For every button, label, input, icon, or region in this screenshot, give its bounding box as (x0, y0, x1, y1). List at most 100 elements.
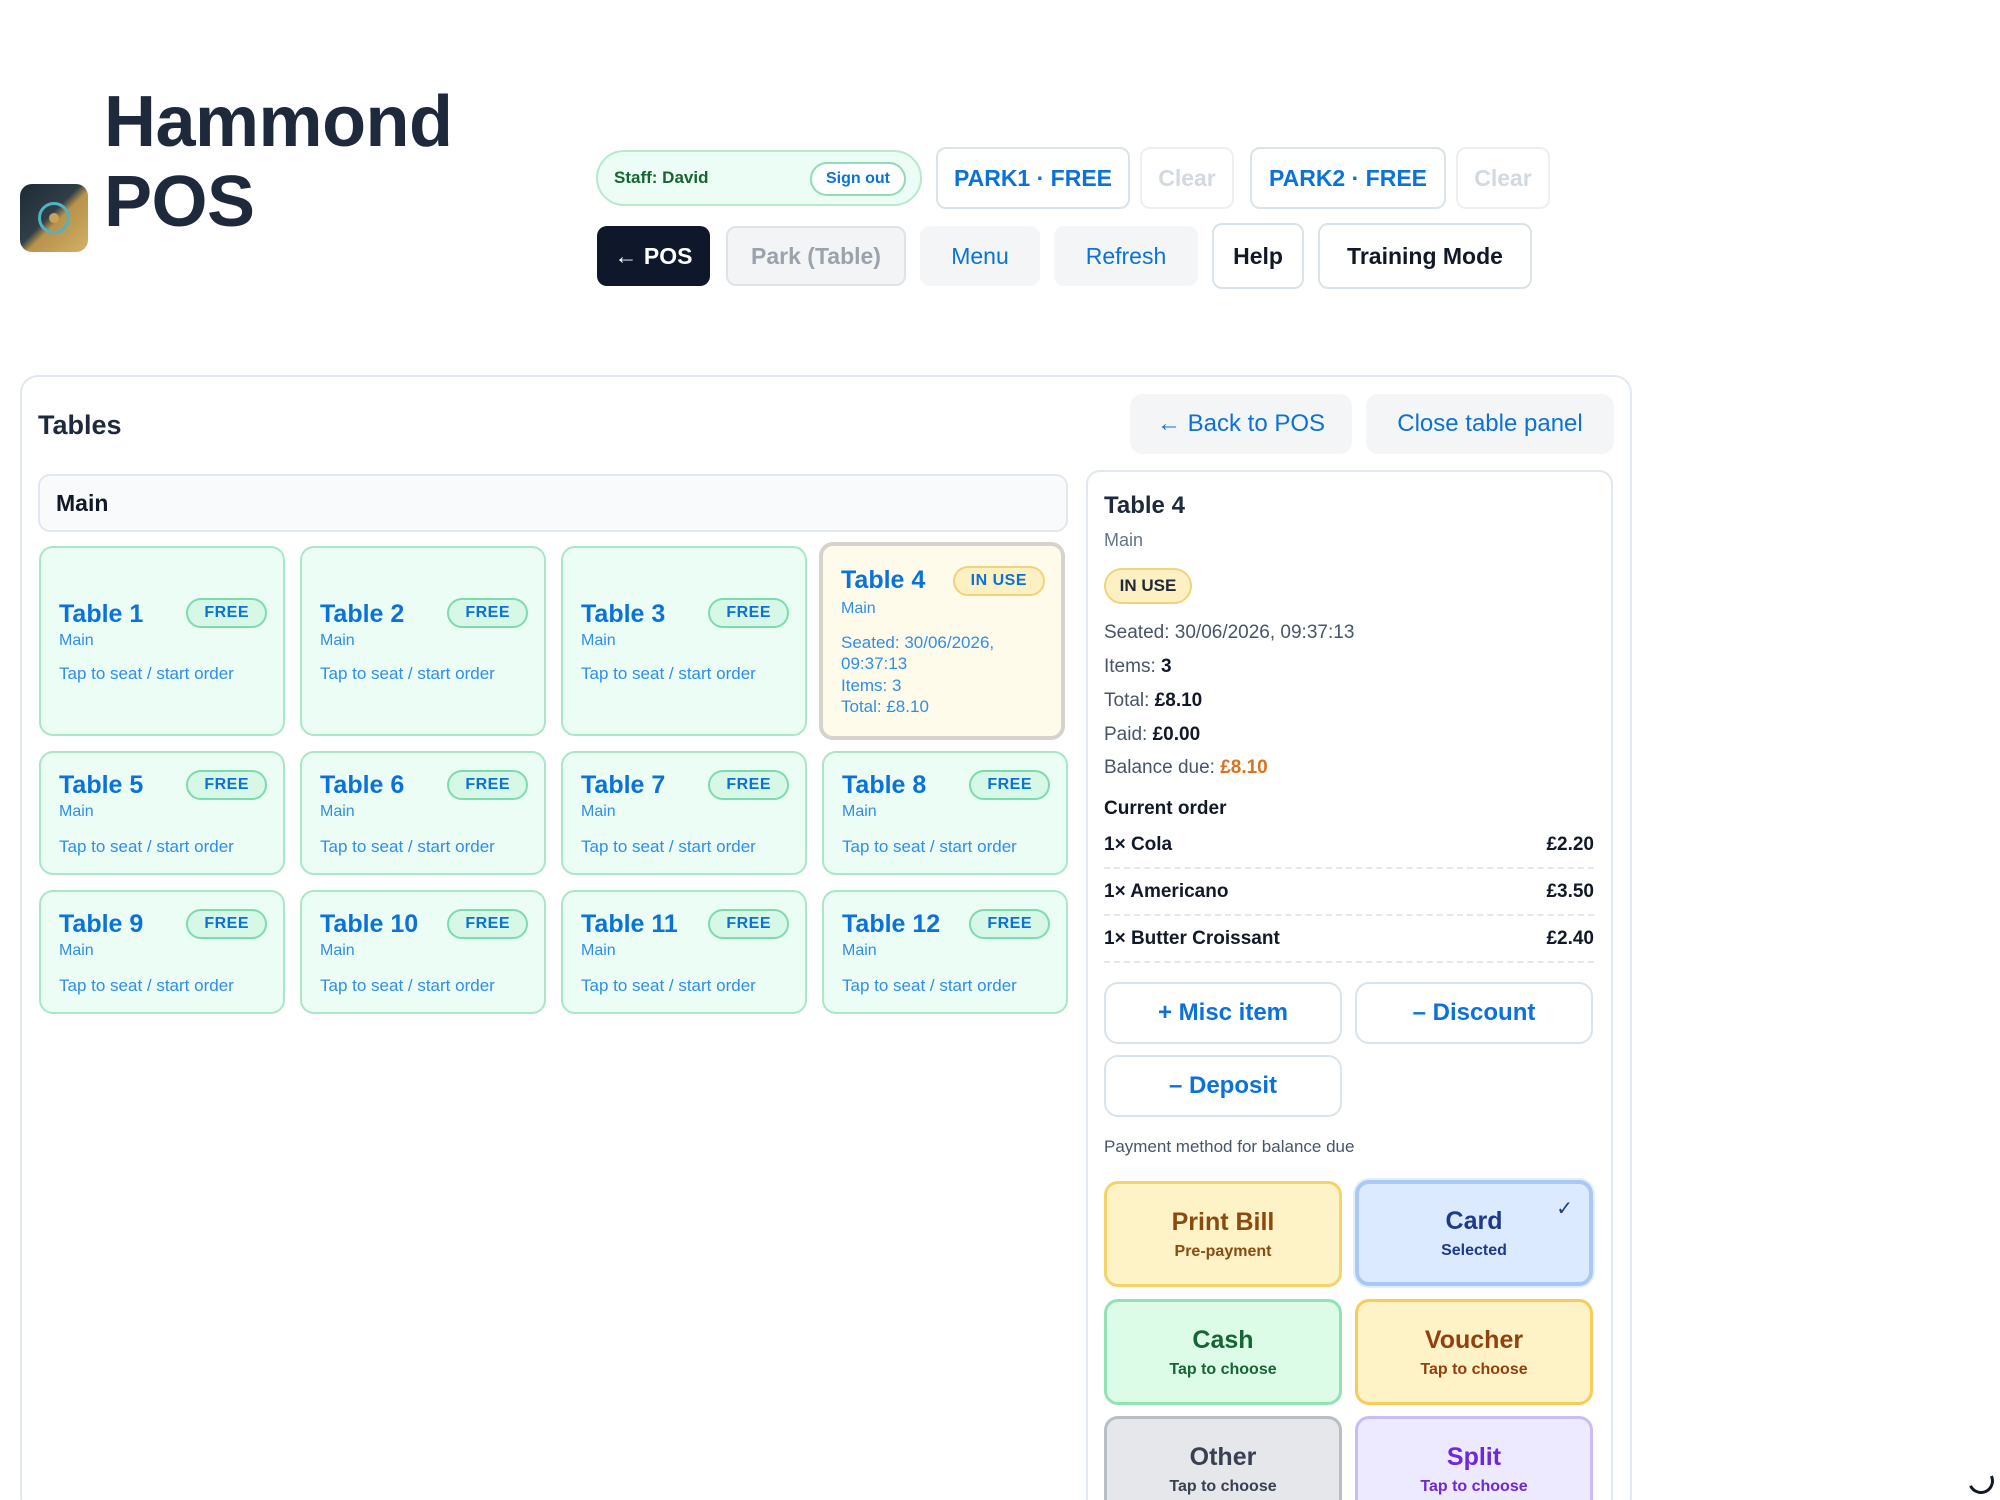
staff-indicator: Staff: David Sign out (596, 150, 922, 206)
table-hint: Tap to seat / start order (59, 664, 234, 683)
payment-sub: Tap to choose (1420, 1360, 1528, 1378)
payment-other[interactable]: Other Tap to choose (1104, 1416, 1342, 1500)
table-name: Table 4 (841, 566, 926, 594)
table-area: Main (59, 632, 94, 649)
table-tile-6[interactable]: Table 6 FREE Main Tap to seat / start or… (300, 751, 546, 875)
payment-split[interactable]: Split Tap to choose (1355, 1416, 1593, 1500)
check-icon: ✓ (1556, 1198, 1573, 1220)
balance-value: £8.10 (1220, 757, 1268, 778)
table-tile-10[interactable]: Table 10 FREE Main Tap to seat / start o… (300, 890, 546, 1014)
payment-name: Print Bill (1171, 1207, 1275, 1236)
table-area: Main (320, 803, 355, 820)
table-hint: Tap to seat / start order (842, 976, 1017, 995)
payment-voucher[interactable]: Voucher Tap to choose (1355, 1299, 1593, 1405)
table-tile-9[interactable]: Table 9 FREE Main Tap to seat / start or… (39, 890, 285, 1014)
loading-spinner-icon (1964, 1464, 1998, 1498)
order-line: 1× Cola £2.20 (1104, 822, 1594, 869)
table-tile-7[interactable]: Table 7 FREE Main Tap to seat / start or… (561, 751, 807, 875)
payment-method-label: Payment method for balance due (1104, 1137, 1355, 1156)
paid-value: £0.00 (1152, 724, 1201, 745)
payment-sub: Tap to choose (1169, 1360, 1277, 1378)
details-total: Total: £8.10 (1104, 690, 1202, 712)
status-badge: FREE (186, 770, 267, 800)
table-tile-12[interactable]: Table 12 FREE Main Tap to seat / start o… (822, 890, 1068, 1014)
order-item: 1× Americano (1104, 880, 1229, 902)
payment-sub: Selected (1441, 1241, 1507, 1259)
table-tile-3[interactable]: Table 3 FREE Main Tap to seat / start or… (561, 546, 807, 736)
refresh-button[interactable]: Refresh (1054, 226, 1198, 286)
table-name: Table 10 (320, 910, 419, 938)
status-badge: FREE (447, 770, 528, 800)
table-name: Table 3 (581, 600, 666, 628)
app-logo (20, 184, 88, 252)
order-item: 1× Butter Croissant (1104, 927, 1280, 949)
table-hint: Tap to seat / start order (320, 837, 495, 856)
table-hint: Tap to seat / start order (59, 837, 234, 856)
payment-cash[interactable]: Cash Tap to choose (1104, 1299, 1342, 1405)
status-badge: FREE (186, 909, 267, 939)
table-tile-2[interactable]: Table 2 FREE Main Tap to seat / start or… (300, 546, 546, 736)
status-badge: FREE (969, 770, 1050, 800)
payment-print-bill[interactable]: Print Bill Pre-payment (1104, 1181, 1342, 1287)
order-price: £2.20 (1546, 833, 1594, 855)
table-area: Main (320, 942, 355, 959)
table-name: Table 1 (59, 600, 144, 628)
table-name: Table 12 (842, 910, 941, 938)
park-table-button[interactable]: Park (Table) (726, 226, 906, 286)
app-title: Hammond POS (104, 82, 453, 242)
pos-button[interactable]: ← POS (597, 226, 710, 286)
payment-card[interactable]: ✓ Card Selected (1355, 1180, 1593, 1286)
table-name: Table 9 (59, 910, 144, 938)
table-hint: Tap to seat / start order (320, 664, 495, 683)
park2-clear-button[interactable]: Clear (1456, 147, 1550, 209)
table-name: Table 5 (59, 771, 144, 799)
table-tile-1[interactable]: Table 1 FREE Main Tap to seat / start or… (39, 546, 285, 736)
order-price: £3.50 (1546, 880, 1594, 902)
payment-sub: Tap to choose (1169, 1477, 1277, 1495)
table-name: Table 7 (581, 771, 666, 799)
discount-button[interactable]: – Discount (1355, 982, 1593, 1044)
payment-name: Cash (1192, 1325, 1254, 1354)
misc-item-button[interactable]: + Misc item (1104, 982, 1342, 1044)
back-to-pos-button[interactable]: ← Back to POS (1130, 394, 1352, 454)
table-area: Main (59, 803, 94, 820)
details-balance: Balance due: £8.10 (1104, 757, 1268, 779)
table-hint: Tap to seat / start order (842, 837, 1017, 856)
table-tile-8[interactable]: Table 8 FREE Main Tap to seat / start or… (822, 751, 1068, 875)
deposit-button[interactable]: – Deposit (1104, 1055, 1342, 1117)
close-table-panel-button[interactable]: Close table panel (1366, 394, 1614, 454)
area-tab-main[interactable]: Main (38, 474, 1068, 532)
details-area: Main (1104, 530, 1144, 550)
help-button[interactable]: Help (1212, 223, 1304, 289)
table-area: Main (842, 803, 877, 820)
status-badge: FREE (708, 909, 789, 939)
order-price: £2.40 (1546, 927, 1594, 949)
total-value: £8.10 (1154, 690, 1203, 711)
payment-name: Other (1189, 1442, 1257, 1471)
table-name: Table 8 (842, 771, 927, 799)
menu-button[interactable]: Menu (920, 226, 1040, 286)
details-status-badge: IN USE (1104, 568, 1192, 604)
details-seated: Seated: 30/06/2026, 09:37:13 (1104, 622, 1355, 643)
training-mode-button[interactable]: Training Mode (1318, 223, 1532, 289)
park2-button[interactable]: PARK2 · FREE (1250, 147, 1446, 209)
table-name: Table 2 (320, 600, 405, 628)
park1-clear-button[interactable]: Clear (1140, 147, 1234, 209)
order-item: 1× Cola (1104, 833, 1173, 855)
table-tile-4[interactable]: Table 4 IN USE Main Seated: 30/06/2026, … (819, 542, 1065, 740)
balance-label: Balance due: (1104, 757, 1215, 778)
current-order-heading: Current order (1104, 798, 1227, 819)
table-hint: Tap to seat / start order (59, 976, 234, 995)
table-tile-11[interactable]: Table 11 FREE Main Tap to seat / start o… (561, 890, 807, 1014)
table-items: Items: 3 (841, 676, 902, 695)
details-paid: Paid: £0.00 (1104, 724, 1200, 746)
table-tile-5[interactable]: Table 5 FREE Main Tap to seat / start or… (39, 751, 285, 875)
table-area: Main (581, 632, 616, 649)
table-hint: Tap to seat / start order (320, 976, 495, 995)
order-line: 1× Butter Croissant £2.40 (1104, 916, 1594, 963)
park1-button[interactable]: PARK1 · FREE (936, 147, 1130, 209)
table-area: Main (320, 632, 355, 649)
table-hint: Tap to seat / start order (581, 664, 756, 683)
status-badge: FREE (708, 770, 789, 800)
sign-out-button[interactable]: Sign out (810, 162, 906, 196)
